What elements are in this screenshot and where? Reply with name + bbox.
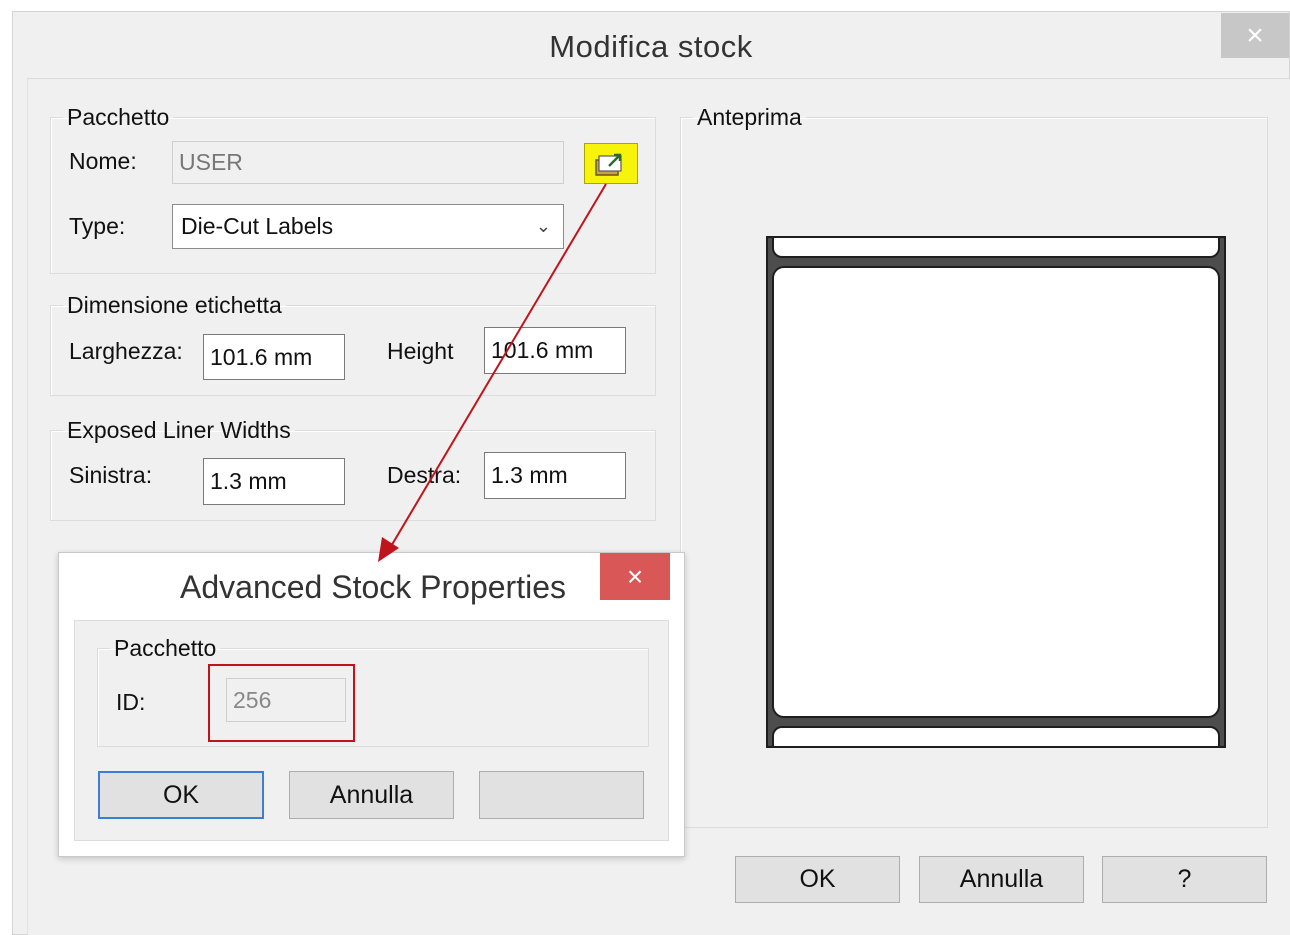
type-select-value: Die-Cut Labels [181,213,334,239]
advanced-properties-icon [595,153,622,176]
type-select[interactable]: Die-Cut Labels ⌄ [172,204,564,249]
label-dimension-legend: Dimensione etichetta [67,292,282,318]
width-field[interactable]: 101.6 mm [203,334,345,380]
preview-next-label [772,726,1220,748]
advanced-blank-button[interactable] [479,771,644,819]
advanced-package-group: Pacchetto [97,637,649,747]
ok-button[interactable]: OK [735,856,900,903]
type-label: Type: [69,213,126,239]
cancel-button[interactable]: Annulla [919,856,1084,903]
liner-widths-legend: Exposed Liner Widths [67,417,291,443]
width-label: Larghezza: [69,338,183,364]
advanced-properties-button[interactable] [584,143,638,184]
preview-label [772,266,1220,718]
chevron-down-icon: ⌄ [535,216,551,236]
dialog-title: Modifica stock [549,29,753,64]
name-label: Nome: [69,148,137,174]
advanced-dialog-title: Advanced Stock Properties [180,569,566,605]
preview-legend: Anteprima [697,104,802,130]
height-label: Height [387,338,454,364]
left-liner-field[interactable]: 1.3 mm [203,458,345,505]
advanced-cancel-button[interactable]: Annulla [289,771,454,819]
height-field[interactable]: 101.6 mm [484,327,626,374]
name-field[interactable]: USER [172,141,564,184]
close-icon[interactable]: × [1221,13,1289,58]
advanced-ok-button[interactable]: OK [98,771,264,819]
help-button[interactable]: ? [1102,856,1267,903]
right-liner-label: Destra: [387,462,462,488]
left-liner-label: Sinistra: [69,462,153,488]
advanced-package-legend: Pacchetto [114,635,217,661]
advanced-close-icon[interactable]: × [600,553,670,600]
id-label: ID: [116,689,146,715]
id-highlight-box [208,664,355,742]
label-preview [766,236,1226,748]
package-group-legend: Pacchetto [67,104,170,130]
preview-previous-label [772,236,1220,258]
right-liner-field[interactable]: 1.3 mm [484,452,626,499]
